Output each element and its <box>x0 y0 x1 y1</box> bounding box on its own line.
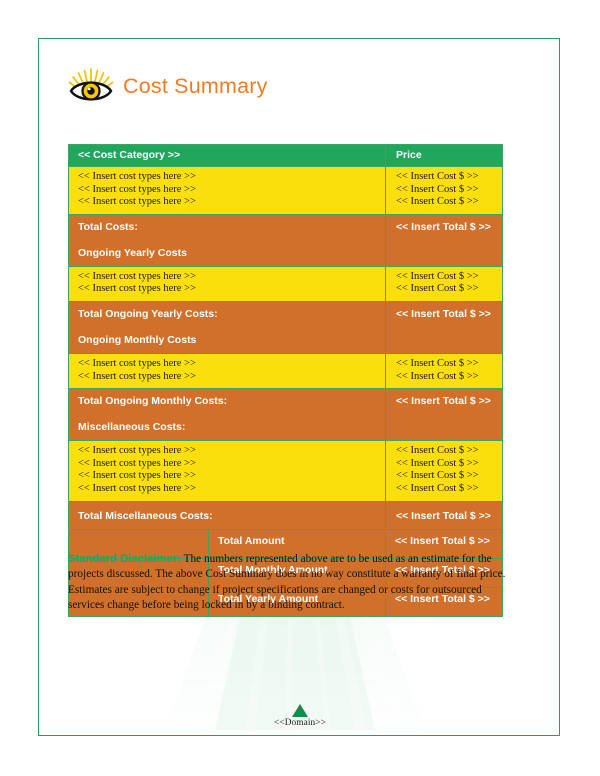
list-item-price[interactable]: << Insert Cost $ >> <box>386 358 502 371</box>
list-item[interactable]: << Insert cost types here >> <box>69 470 385 483</box>
list-item-price[interactable]: << Insert Cost $ >> <box>386 184 502 197</box>
table-row-total[interactable]: Total Ongoing Yearly Costs: Ongoing Mont… <box>68 300 503 354</box>
cell-total-label[interactable]: Total Ongoing Yearly Costs: Ongoing Mont… <box>68 300 386 354</box>
table-row[interactable]: << Insert cost types here >> << Insert c… <box>68 352 503 390</box>
list-item[interactable]: << Insert cost types here >> <box>69 184 385 197</box>
summary-value[interactable]: << Insert Total $ >> <box>386 530 502 552</box>
cell-total-label[interactable]: Total Miscellaneous Costs: <box>68 500 386 530</box>
list-item[interactable]: << Insert cost types here >> <box>69 483 385 496</box>
cell-cost-prices[interactable]: << Insert Cost $ >> << Insert Cost $ >> … <box>385 166 503 215</box>
section-heading: Ongoing Yearly Costs <box>78 246 187 259</box>
document-header: Cost Summary <box>68 66 268 106</box>
list-item-price[interactable]: << Insert Cost $ >> <box>386 196 502 209</box>
table-row[interactable]: << Insert cost types here >> << Insert c… <box>68 265 503 302</box>
cell-cost-prices[interactable]: << Insert Cost $ >> << Insert Cost $ >> <box>385 265 503 302</box>
page-footer: <<Domain>> <box>0 704 600 728</box>
cell-cost-prices[interactable]: << Insert Cost $ >> << Insert Cost $ >> … <box>385 440 503 502</box>
section-heading: Ongoing Monthly Costs <box>78 333 197 346</box>
cost-summary-table: << Cost Category >> Price << Insert cost… <box>68 144 503 617</box>
total-label: Total Miscellaneous Costs: <box>78 509 213 522</box>
header-label-price: Price <box>396 149 422 161</box>
list-item-price[interactable]: << Insert Cost $ >> <box>386 371 502 384</box>
cell-cost-types[interactable]: << Insert cost types here >> << Insert c… <box>68 265 386 302</box>
table-row-total[interactable]: Total Costs: Ongoing Yearly Costs << Ins… <box>68 213 503 267</box>
list-item-price[interactable]: << Insert Cost $ >> <box>386 483 502 496</box>
summary-label: Total Amount <box>218 534 285 547</box>
list-item-price[interactable]: << Insert Cost $ >> <box>386 171 502 184</box>
page-title: Cost Summary <box>123 73 268 98</box>
cell-total-value[interactable]: << Insert Total $ >> <box>385 213 503 267</box>
list-item[interactable]: << Insert cost types here >> <box>69 283 385 296</box>
list-item-price[interactable]: << Insert Cost $ >> <box>386 470 502 483</box>
total-label: Total Ongoing Yearly Costs: <box>78 307 218 320</box>
list-item[interactable]: << Insert cost types here >> <box>69 445 385 458</box>
list-item[interactable]: << Insert cost types here >> <box>69 371 385 384</box>
cell-total-value[interactable]: << Insert Total $ >> <box>385 300 503 354</box>
total-value[interactable]: << Insert Total $ >> <box>386 389 502 413</box>
cell-total-label[interactable]: Total Ongoing Monthly Costs: Miscellaneo… <box>68 388 386 442</box>
table-row[interactable]: << Insert cost types here >> << Insert c… <box>68 166 503 215</box>
cell-total-label[interactable]: Total Costs: Ongoing Yearly Costs <box>68 213 386 267</box>
triangle-icon <box>292 704 308 717</box>
list-item-price[interactable]: << Insert Cost $ >> <box>386 458 502 471</box>
list-item[interactable]: << Insert cost types here >> <box>69 271 385 284</box>
header-cell-category: << Cost Category >> <box>68 144 386 167</box>
list-item[interactable]: << Insert cost types here >> <box>69 358 385 371</box>
total-label: Total Ongoing Monthly Costs: <box>78 395 228 408</box>
eye-icon <box>68 68 114 101</box>
table-row[interactable]: << Insert cost types here >> << Insert c… <box>68 440 503 502</box>
list-item[interactable]: << Insert cost types here >> <box>69 458 385 471</box>
list-item[interactable]: << Insert cost types here >> <box>69 171 385 184</box>
total-value[interactable]: << Insert Total $ >> <box>386 302 502 326</box>
list-item-price[interactable]: << Insert Cost $ >> <box>386 283 502 296</box>
cell-total-value[interactable]: << Insert Total $ >> <box>385 388 503 442</box>
disclaimer-label: Standard Disclaimer: <box>68 553 182 565</box>
cell-cost-types[interactable]: << Insert cost types here >> << Insert c… <box>68 440 386 502</box>
footer-domain-text: <<Domain>> <box>274 718 326 728</box>
section-heading: Miscellaneous Costs: <box>78 421 186 434</box>
cell-total-value[interactable]: << Insert Total $ >> <box>385 500 503 530</box>
disclaimer-paragraph: Standard Disclaimer: The numbers represe… <box>68 552 518 614</box>
table-row-total[interactable]: Total Ongoing Monthly Costs: Miscellaneo… <box>68 388 503 442</box>
total-value[interactable]: << Insert Total $ >> <box>386 215 502 239</box>
table-row-total[interactable]: Total Miscellaneous Costs: << Insert Tot… <box>68 500 503 530</box>
cell-cost-types[interactable]: << Insert cost types here >> << Insert c… <box>68 166 386 215</box>
header-label-category: << Cost Category >> <box>78 149 181 161</box>
table-header-row: << Cost Category >> Price <box>68 144 503 167</box>
header-cell-price: Price <box>385 144 503 167</box>
list-item-price[interactable]: << Insert Cost $ >> <box>386 445 502 458</box>
total-value[interactable]: << Insert Total $ >> <box>386 502 502 529</box>
document-page: Cost Summary << Cost Category >> Price <… <box>0 0 600 776</box>
list-item-price[interactable]: << Insert Cost $ >> <box>386 271 502 284</box>
total-label: Total Costs: <box>78 220 138 233</box>
cell-cost-types[interactable]: << Insert cost types here >> << Insert c… <box>68 352 386 390</box>
list-item[interactable]: << Insert cost types here >> <box>69 196 385 209</box>
cell-cost-prices[interactable]: << Insert Cost $ >> << Insert Cost $ >> <box>385 352 503 390</box>
